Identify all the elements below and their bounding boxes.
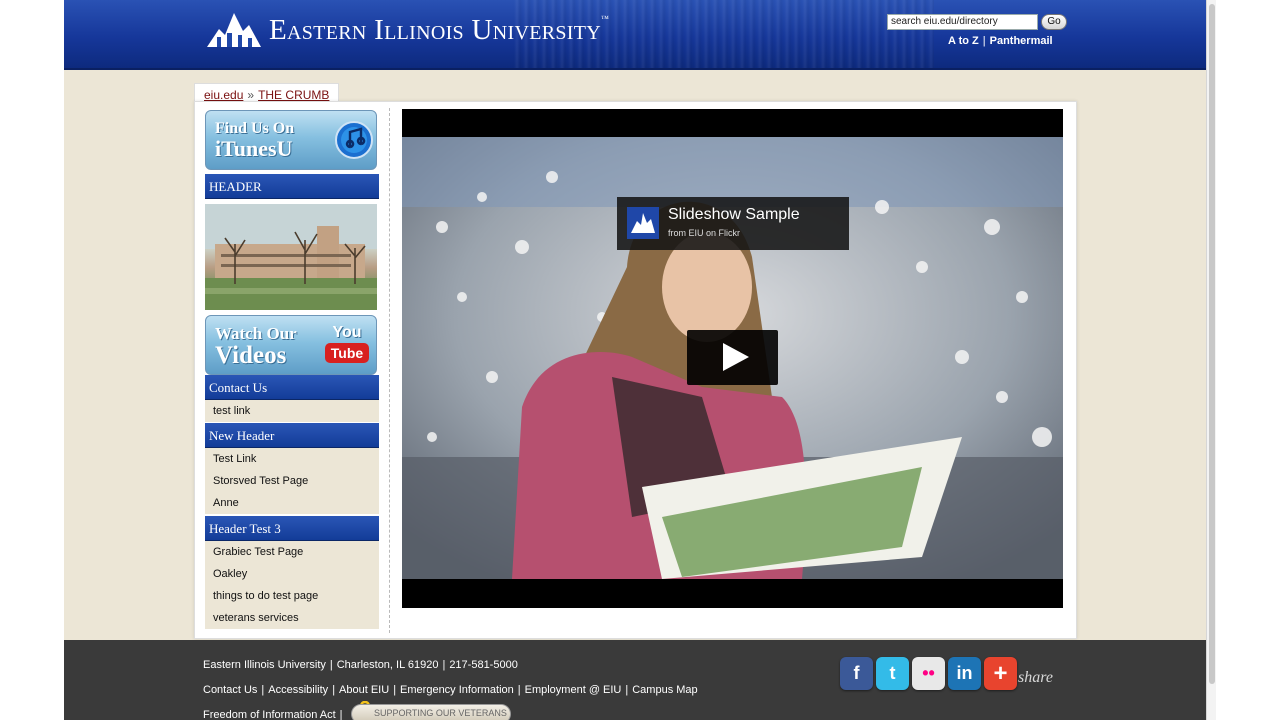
sidebar-item-veterans-services[interactable]: veterans services	[205, 607, 379, 629]
footer-address: Eastern Illinois University | Charleston, …	[203, 659, 518, 671]
search-go-button[interactable]: Go	[1041, 14, 1067, 30]
sidebar-item-test-link[interactable]: test link	[205, 400, 379, 422]
footer-link-contact-us[interactable]: Contact Us	[203, 684, 257, 696]
video-title[interactable]: Slideshow Sample	[668, 206, 800, 224]
content-panel: Find Us On iTunesU HEADER Watch Our Vide…	[194, 101, 1077, 639]
itunesu-promo-button[interactable]: Find Us On iTunesU	[205, 110, 377, 170]
itunes-icon	[335, 121, 373, 159]
university-name: Eastern Illinois University™	[269, 13, 610, 46]
footer-link-employment[interactable]: Employment @ EIU	[525, 684, 622, 696]
breadcrumb: eiu.edu» THE CRUMB	[194, 83, 340, 103]
twitter-icon[interactable]: t	[876, 657, 909, 690]
footer-foia: Freedom of Information Act |	[203, 709, 343, 720]
campus-building-photo[interactable]	[205, 204, 377, 310]
site-header: Eastern Illinois University™ search eiu.…	[64, 0, 1206, 70]
sidebar-item-things-to-do-test-page[interactable]: things to do test page	[205, 585, 379, 607]
sidebar-list-contact-us: test link	[205, 400, 379, 422]
vertical-scrollbar[interactable]	[1206, 0, 1216, 720]
sidebar-item-storsved-test-page[interactable]: Storsved Test Page	[205, 470, 379, 492]
footer-link-about-eiu[interactable]: About EIU	[339, 684, 389, 696]
eiu-flickr-icon	[627, 207, 659, 239]
share-label[interactable]: share	[1018, 669, 1053, 687]
video-title-overlay[interactable]: Slideshow Sample from EIU on Flickr	[617, 197, 849, 250]
site-footer: Eastern Illinois University | Charleston, …	[64, 640, 1206, 720]
video-player[interactable]: Slideshow Sample from EIU on Flickr	[402, 109, 1063, 608]
addthis-plus-icon[interactable]: +	[984, 657, 1017, 690]
panther-castle-icon	[207, 13, 261, 47]
sidebar-item-anne[interactable]: Anne	[205, 492, 379, 514]
panthermail-link[interactable]: Panthermail	[990, 35, 1053, 47]
sidebar-item-test-link-2[interactable]: Test Link	[205, 448, 379, 470]
scrollbar-thumb[interactable]	[1209, 4, 1215, 684]
footer-link-accessibility[interactable]: Accessibility	[268, 684, 328, 696]
a-to-z-link[interactable]: A to Z	[948, 35, 979, 47]
directory-search-input[interactable]: search eiu.edu/directory	[887, 14, 1038, 30]
breadcrumb-home-link[interactable]: eiu.edu	[204, 88, 243, 102]
top-links: A to Z | Panthermail	[948, 35, 1053, 47]
footer-link-emergency-information[interactable]: Emergency Information	[400, 684, 514, 696]
sidebar-header-contact-us: Contact Us	[205, 375, 379, 400]
video-subtitle[interactable]: from EIU on Flickr	[668, 228, 740, 238]
sidebar: Find Us On iTunesU HEADER Watch Our Vide…	[203, 108, 381, 633]
sidebar-item-grabiec-test-page[interactable]: Grabiec Test Page	[205, 541, 379, 563]
sidebar-header: HEADER	[205, 174, 379, 199]
youtube-icon: You Tube	[325, 324, 369, 368]
linkedin-icon[interactable]: in	[948, 657, 981, 690]
sidebar-header-new-header: New Header	[205, 423, 379, 448]
footer-link-campus-map[interactable]: Campus Map	[632, 684, 697, 696]
footer-links: Contact Us | Accessibility | About EIU | Emerg…	[203, 684, 698, 696]
sidebar-item-oakley[interactable]: Oakley	[205, 563, 379, 585]
supporting-our-veterans-badge[interactable]: SUPPORTING OUR VETERANS	[351, 704, 511, 720]
page: Eastern Illinois University™ search eiu.…	[64, 0, 1206, 720]
footer-link-foia[interactable]: Freedom of Information Act	[203, 709, 336, 720]
sidebar-list-new-header: Test Link Storsved Test Page Anne	[205, 448, 379, 514]
play-button[interactable]	[687, 330, 778, 385]
column-divider	[389, 108, 390, 633]
sidebar-header-header-test-3: Header Test 3	[205, 516, 379, 541]
university-logo[interactable]: Eastern Illinois University™	[203, 6, 609, 54]
facebook-icon[interactable]: f	[840, 657, 873, 690]
youtube-videos-promo-button[interactable]: Watch Our Videos You Tube	[205, 315, 377, 375]
flickr-icon[interactable]: ••	[912, 657, 945, 690]
sidebar-list-header-test-3: Grabiec Test Page Oakley things to do te…	[205, 541, 379, 629]
video-frame[interactable]: Slideshow Sample from EIU on Flickr	[402, 137, 1063, 579]
breadcrumb-current-link[interactable]: THE CRUMB	[258, 88, 329, 102]
